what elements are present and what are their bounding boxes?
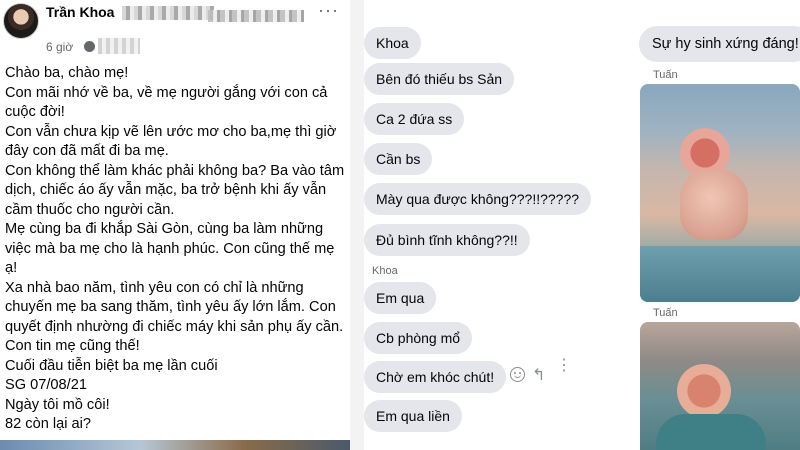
message-bubble[interactable]: Chờ em khóc chút! xyxy=(364,361,507,393)
panel-divider xyxy=(350,0,364,450)
message-bubble[interactable]: Khoa xyxy=(364,27,421,59)
privacy-globe-icon xyxy=(84,41,95,52)
operating-room-photo[interactable] xyxy=(640,322,800,450)
message-bubble[interactable]: Bên đó thiếu bs Sản xyxy=(364,63,515,95)
message-actions: ↰ ⋮ xyxy=(510,358,572,386)
facebook-post: Trần Khoa ··· 6 giờ Chào ba, chào mẹ! Co… xyxy=(0,0,350,450)
post-timestamp[interactable]: 6 giờ xyxy=(46,40,73,54)
reply-icon[interactable]: ↰ xyxy=(532,365,545,385)
redacted-metadata xyxy=(98,38,140,54)
post-line: Cuối đầu tiễn biệt ba mẹ lần cuối xyxy=(5,357,218,374)
more-vertical-icon[interactable]: ⋮ xyxy=(556,358,572,374)
surgical-gown xyxy=(656,414,766,450)
newborn-baby xyxy=(680,170,748,240)
newborn-photo[interactable] xyxy=(640,84,800,302)
message-bubble[interactable]: Em qua xyxy=(364,282,437,314)
surgical-sheet xyxy=(640,246,800,302)
author-avatar[interactable] xyxy=(3,3,39,39)
post-line: 82 còn lại ai? xyxy=(5,416,92,432)
message-bubble[interactable]: Sự hy sinh xứng đáng! xyxy=(639,26,800,62)
message-sender-name: Khoa xyxy=(372,265,398,277)
post-body: Chào ba, chào mẹ! Con mãi nhớ về ba, về … xyxy=(5,64,345,435)
post-author-name[interactable]: Trần Khoa xyxy=(46,4,114,20)
photo-sender-name: Tuấn xyxy=(653,307,678,319)
post-line: Xa nhà bao năm, tình yêu con có chỉ là n… xyxy=(5,279,344,355)
post-more-options-icon[interactable]: ··· xyxy=(318,0,339,21)
message-bubble[interactable]: Cb phòng mổ xyxy=(364,322,473,354)
post-line: Ngày tôi mồ côi! xyxy=(5,396,110,413)
blurred-face xyxy=(674,360,734,422)
redacted-tagged-names xyxy=(122,6,214,20)
redacted-tagged-names-2 xyxy=(208,10,304,22)
message-bubble[interactable]: Mày qua được không???!!????? xyxy=(364,183,592,215)
post-line: SG 07/08/21 xyxy=(5,377,87,393)
message-bubble[interactable]: Ca 2 đứa ss xyxy=(364,103,465,135)
post-line: Mẹ cùng ba đi khắp Sài Gòn, cùng ba làm … xyxy=(5,221,335,276)
messenger-conversation: Khoa Bên đó thiếu bs Sản Ca 2 đứa ss Cần… xyxy=(364,0,600,450)
post-line: Con mãi nhớ về ba, về mẹ người gắng với … xyxy=(5,84,328,121)
messenger-conversation-photos: Sự hy sinh xứng đáng! Tuấn Tuấn xyxy=(600,0,800,450)
message-bubble[interactable]: Đủ bình tĩnh không??!! xyxy=(364,224,530,256)
message-bubble[interactable]: Em qua liền xyxy=(364,400,462,432)
post-line: Chào ba, chào mẹ! xyxy=(5,65,129,81)
photo-sender-name: Tuấn xyxy=(653,69,678,81)
post-line: Con không thể làm khác phải không ba? Ba… xyxy=(5,162,345,218)
post-photo-preview[interactable] xyxy=(0,440,350,450)
smile-icon[interactable] xyxy=(510,367,525,382)
post-line: Con vẫn chưa kịp vẽ lên ước mơ cho ba,mẹ… xyxy=(5,123,337,160)
message-bubble[interactable]: Cần bs xyxy=(364,143,433,175)
